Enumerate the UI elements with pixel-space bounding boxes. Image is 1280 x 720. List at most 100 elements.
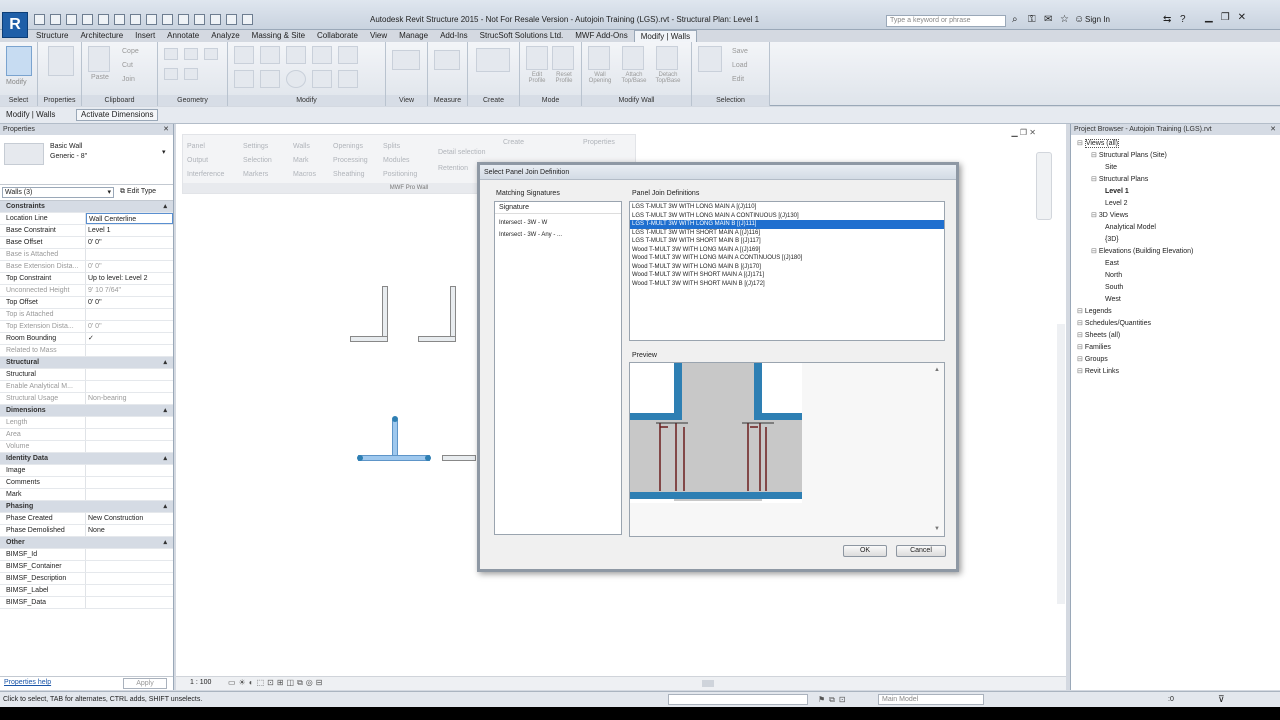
mwf-menu-item[interactable]: Modules [383,157,409,164]
tab-view[interactable]: View [364,30,393,42]
mwf-menu-item[interactable]: Markers [243,171,268,178]
wall-opening-icon[interactable] [588,46,610,70]
mwf-menu-item[interactable]: Detail selection [438,149,485,156]
measure-tool-icon[interactable] [434,50,460,70]
open-icon[interactable] [34,14,45,25]
close-icon[interactable]: ✕ [1238,12,1246,23]
close-hidden-icon[interactable] [226,14,237,25]
copy-icon[interactable] [260,70,280,88]
properties-icon[interactable] [48,46,74,76]
view-control-icons[interactable]: ▭☀◐⬚⊡⊞◫⧉◎⊟ [228,678,325,688]
property-value[interactable] [86,465,173,476]
scroll-down-icon[interactable]: ▼ [934,526,940,532]
expand-icon[interactable]: ⊟ [1077,332,1085,339]
mwf-menu-item[interactable]: Output [187,157,208,164]
tab-manage[interactable]: Manage [393,30,434,42]
tree-item[interactable]: ⊟ Structural Plans (Site) [1071,150,1280,162]
panel-label[interactable]: Select [0,95,37,106]
section-icon[interactable] [194,14,205,25]
property-value[interactable]: Up to level: Level 2 [86,273,173,284]
cancel-button[interactable]: Cancel [896,545,946,557]
subscription-icon[interactable]: ⚿ [1028,14,1036,25]
tree-item[interactable]: East [1071,258,1280,270]
geometry-tool-icon[interactable] [184,48,198,60]
collapse-icon[interactable]: ▴ [163,537,173,548]
tab-annotate[interactable]: Annotate [161,30,205,42]
mwf-menu-item[interactable]: Splits [383,143,400,150]
signature-item[interactable]: Intersect - 3W - Any - ... [495,229,621,241]
property-section[interactable]: Other ▴ [0,537,173,549]
load-selection-button[interactable]: Load [732,62,748,69]
wall-end-grip[interactable] [425,455,431,461]
property-value[interactable] [86,477,173,488]
save-selection-button[interactable]: Save [732,48,748,55]
switch-windows-icon[interactable] [242,14,253,25]
communication-icon[interactable]: ✉ [1044,14,1052,25]
save-icon[interactable] [50,14,61,25]
measure-icon[interactable] [130,14,141,25]
selected-wall[interactable] [392,420,398,458]
collapse-icon[interactable]: ▴ [163,453,173,464]
horizontal-scrollbar-thumb[interactable] [702,680,714,687]
mwf-menu-item[interactable]: Mark [293,157,309,164]
property-value[interactable] [86,585,173,596]
signature-item[interactable]: Intersect - 3W - W [495,217,621,229]
tree-item[interactable]: ⊟ Legends [1071,306,1280,318]
help-icon[interactable]: ? [1180,14,1186,25]
mwf-menu-item[interactable]: Selection [243,157,272,164]
offset-icon[interactable] [260,46,280,64]
properties-help-link[interactable]: Properties help [4,679,51,686]
paste-icon[interactable] [88,46,110,72]
geometry-tool-icon[interactable] [164,68,178,80]
tree-item[interactable]: ⊟ 3D Views [1071,210,1280,222]
cope-button[interactable]: Cope [122,48,139,55]
instance-filter-dropdown[interactable]: Walls (3) ▾ [2,187,114,198]
property-value[interactable]: 0' 0" [86,297,173,308]
definition-item[interactable]: LGS T-MULT 3W WITH LONG MAIN A [(J)110] [630,203,944,212]
scroll-up-icon[interactable]: ▲ [934,367,940,373]
collapse-icon[interactable]: ▴ [163,501,173,512]
apply-button[interactable]: Apply [123,678,167,689]
tree-item[interactable]: West [1071,294,1280,306]
expand-icon[interactable]: ⊟ [1091,176,1099,183]
view-tool-icon[interactable] [392,50,420,70]
expand-icon[interactable]: ⊟ [1077,344,1085,351]
print-icon[interactable] [114,14,125,25]
attach-top-base-icon[interactable] [622,46,644,70]
wall-segment[interactable] [418,336,456,342]
expand-icon[interactable]: ⊟ [1077,368,1085,375]
favorites-icon[interactable]: ☆ [1060,14,1069,25]
modify-icon[interactable] [6,46,32,76]
mwf-menu-item[interactable]: Sheathing [333,171,365,178]
property-value[interactable] [86,561,173,572]
cut-button[interactable]: Cut [122,62,133,69]
property-section[interactable]: Phasing ▴ [0,501,173,513]
tree-item[interactable]: Analytical Model [1071,222,1280,234]
close-view-icon[interactable]: ✕ [1029,128,1036,137]
selected-wall[interactable] [358,455,430,461]
definition-item[interactable]: LGS T-MULT 3W WITH LONG MAIN A CONTINUOU… [630,212,944,221]
tree-item[interactable]: ⊟ Schedules/Quantities [1071,318,1280,330]
rotate-icon[interactable] [286,70,306,88]
close-icon[interactable]: ✕ [163,124,169,135]
trim-icon[interactable] [312,46,332,64]
property-value[interactable]: ✓ [86,333,173,344]
vertical-scrollbar[interactable] [1057,324,1065,604]
property-value[interactable] [86,597,173,608]
expand-icon[interactable]: ⊟ [1091,212,1099,219]
thin-lines-icon[interactable] [210,14,221,25]
sync-icon[interactable] [66,14,77,25]
property-value[interactable]: Wall Centerline [86,213,173,224]
definition-item[interactable]: Wood T-MULT 3W WITH SHORT MAIN A [(J)171… [630,271,944,280]
tab-insert[interactable]: Insert [129,30,161,42]
collapse-icon[interactable]: ▴ [163,405,173,416]
tree-item[interactable]: ⊟ Families [1071,342,1280,354]
definition-item[interactable]: LGS T-MULT 3W WITH SHORT MAIN B [(J)117] [630,237,944,246]
expand-icon[interactable]: ⊟ [1091,248,1099,255]
split-icon[interactable] [338,46,358,64]
edit-type-button[interactable]: ⧉ Edit Type [120,188,156,196]
property-section[interactable]: Structural ▴ [0,357,173,369]
signature-column-header[interactable]: Signature [495,202,621,214]
align-icon[interactable] [234,46,254,64]
property-value[interactable]: Level 1 [86,225,173,236]
